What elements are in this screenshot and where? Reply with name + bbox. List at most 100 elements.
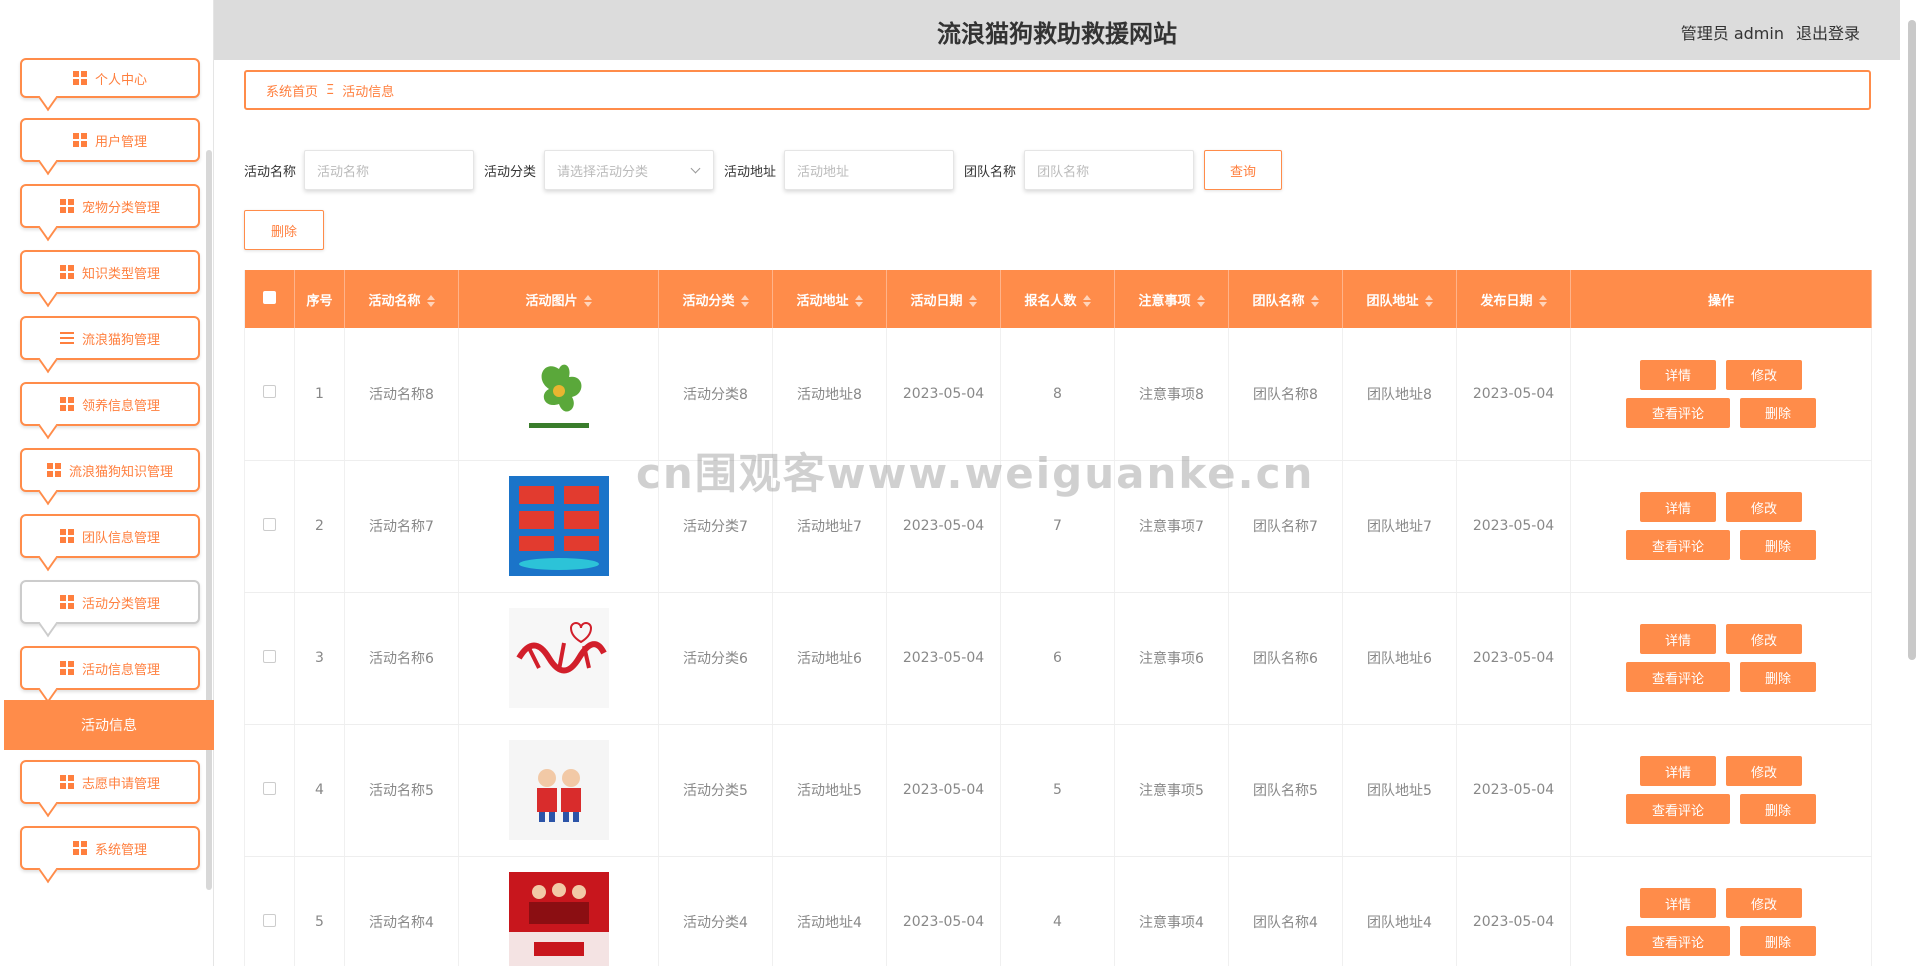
sidebar-item-1[interactable]: 用户管理: [20, 118, 200, 162]
header-date[interactable]: 活动日期: [886, 270, 1001, 328]
sidebar-item-9[interactable]: 活动信息管理: [20, 646, 200, 690]
grid-icon: [59, 265, 74, 279]
sidebar-item-10[interactable]: 志愿申请管理: [20, 760, 200, 804]
cell-address: 活动地址6: [772, 592, 887, 725]
team-name-label: 团队名称: [964, 164, 1017, 180]
view-comments-button[interactable]: 查看评论: [1626, 397, 1730, 428]
activity-category-label: 活动分类: [484, 164, 537, 180]
row-checkbox[interactable]: [263, 781, 276, 795]
view-comments-button[interactable]: 查看评论: [1626, 926, 1730, 956]
row-checkbox[interactable]: [263, 649, 276, 663]
select-all-header[interactable]: [244, 270, 295, 328]
row-select-cell[interactable]: [244, 592, 295, 725]
site-title: 流浪猫狗救助救援网站: [937, 20, 1177, 48]
header-address[interactable]: 活动地址: [772, 270, 887, 328]
cell-count: 6: [1000, 592, 1115, 725]
header-team-addr[interactable]: 团队地址: [1342, 270, 1457, 328]
activity-table: 序号 活动名称 活动图片 活动分类 活动地址 活动日期 报名人数 注意事项 团队…: [244, 270, 1872, 966]
sort-icon[interactable]: [1082, 295, 1091, 307]
edit-button[interactable]: 修改: [1726, 359, 1802, 390]
row-checkbox[interactable]: [263, 385, 276, 399]
detail-button[interactable]: 详情: [1640, 492, 1716, 522]
view-comments-button[interactable]: 查看评论: [1626, 662, 1730, 692]
detail-button[interactable]: 详情: [1640, 756, 1716, 786]
cell-no: 3: [294, 592, 345, 725]
header-notes[interactable]: 注意事项: [1114, 270, 1229, 328]
header-image[interactable]: 活动图片: [458, 270, 659, 328]
sort-icon[interactable]: [1310, 295, 1319, 307]
sort-icon[interactable]: [854, 295, 863, 307]
bulk-delete-button[interactable]: 删除: [244, 210, 324, 250]
cell-ops: 详情 修改 查看评论 删除: [1570, 724, 1872, 857]
delete-button[interactable]: 删除: [1740, 662, 1816, 692]
logout-link[interactable]: 退出登录: [1796, 20, 1860, 44]
sort-icon[interactable]: [426, 295, 435, 307]
activity-name-label: 活动名称: [244, 164, 297, 180]
cell-no: 2: [294, 460, 345, 593]
breadcrumb-separator-icon: Ξ: [326, 82, 335, 98]
cell-team-addr: 团队地址5: [1342, 724, 1457, 857]
sidebar-item-4[interactable]: 流浪猫狗管理: [20, 316, 200, 360]
row-checkbox[interactable]: [263, 517, 276, 531]
breadcrumb-home[interactable]: 系统首页: [266, 81, 318, 100]
delete-button[interactable]: 删除: [1740, 794, 1816, 824]
row-select-cell[interactable]: [244, 724, 295, 857]
delete-button[interactable]: 删除: [1740, 926, 1816, 956]
activity-name-input[interactable]: 活动名称: [304, 150, 475, 190]
page-scrollbar[interactable]: [1908, 20, 1916, 660]
sidebar-item-0[interactable]: 个人中心: [20, 58, 200, 98]
sidebar-item-6[interactable]: 流浪猫狗知识管理: [20, 448, 200, 492]
sidebar-item-5[interactable]: 领养信息管理: [20, 382, 200, 426]
detail-button[interactable]: 详情: [1640, 888, 1716, 918]
activity-address-input[interactable]: 活动地址: [784, 150, 955, 190]
sidebar-item-11[interactable]: 系统管理: [20, 826, 200, 870]
sidebar-item-label: 流浪猫狗知识管理: [68, 464, 173, 480]
sort-icon[interactable]: [583, 295, 592, 307]
delete-button[interactable]: 删除: [1740, 397, 1816, 428]
row-select-cell[interactable]: [244, 856, 295, 966]
sort-icon[interactable]: [1424, 295, 1433, 307]
activity-image: [508, 608, 609, 708]
header-category[interactable]: 活动分类: [658, 270, 773, 328]
header-name[interactable]: 活动名称: [344, 270, 459, 328]
view-comments-button[interactable]: 查看评论: [1626, 530, 1730, 560]
sidebar-item-3[interactable]: 知识类型管理: [20, 250, 200, 294]
delete-button[interactable]: 删除: [1740, 530, 1816, 560]
sidebar-subitem-activity-info[interactable]: 活动信息: [4, 700, 214, 750]
cell-name: 活动名称4: [344, 856, 459, 966]
cell-image: [458, 328, 659, 461]
select-all-checkbox[interactable]: [263, 290, 276, 304]
edit-button[interactable]: 修改: [1726, 624, 1802, 654]
team-name-input[interactable]: 团队名称: [1024, 150, 1195, 190]
sidebar-item-2[interactable]: 宠物分类管理: [20, 184, 200, 228]
row-checkbox[interactable]: [263, 913, 276, 927]
sidebar-scrollbar[interactable]: [206, 150, 212, 890]
edit-button[interactable]: 修改: [1726, 492, 1802, 522]
activity-image: [508, 476, 609, 576]
sort-icon[interactable]: [740, 295, 749, 307]
cell-ops: 详情 修改 查看评论 删除: [1570, 592, 1872, 725]
query-button[interactable]: 查询: [1204, 150, 1283, 190]
edit-button[interactable]: 修改: [1726, 756, 1802, 786]
cell-team-addr: 团队地址6: [1342, 592, 1457, 725]
sidebar-item-8[interactable]: 活动分类管理: [20, 580, 200, 624]
cell-category: 活动分类6: [658, 592, 773, 725]
header-team[interactable]: 团队名称: [1228, 270, 1343, 328]
sort-icon[interactable]: [1538, 295, 1547, 307]
activity-category-select[interactable]: 请选择活动分类: [544, 150, 715, 190]
header-pub-date[interactable]: 发布日期: [1456, 270, 1571, 328]
row-select-cell[interactable]: [244, 328, 295, 461]
header-count[interactable]: 报名人数: [1000, 270, 1115, 328]
sort-icon[interactable]: [1196, 295, 1205, 307]
sort-icon[interactable]: [968, 295, 977, 307]
row-select-cell[interactable]: [244, 460, 295, 593]
cell-pub-date: 2023-05-04: [1456, 592, 1571, 725]
detail-button[interactable]: 详情: [1640, 359, 1716, 390]
cell-pub-date: 2023-05-04: [1456, 724, 1571, 857]
list-icon: [59, 331, 74, 345]
edit-button[interactable]: 修改: [1726, 888, 1802, 918]
detail-button[interactable]: 详情: [1640, 624, 1716, 654]
view-comments-button[interactable]: 查看评论: [1626, 794, 1730, 824]
sidebar-item-7[interactable]: 团队信息管理: [20, 514, 200, 558]
cell-ops: 详情 修改 查看评论 删除: [1570, 856, 1872, 966]
